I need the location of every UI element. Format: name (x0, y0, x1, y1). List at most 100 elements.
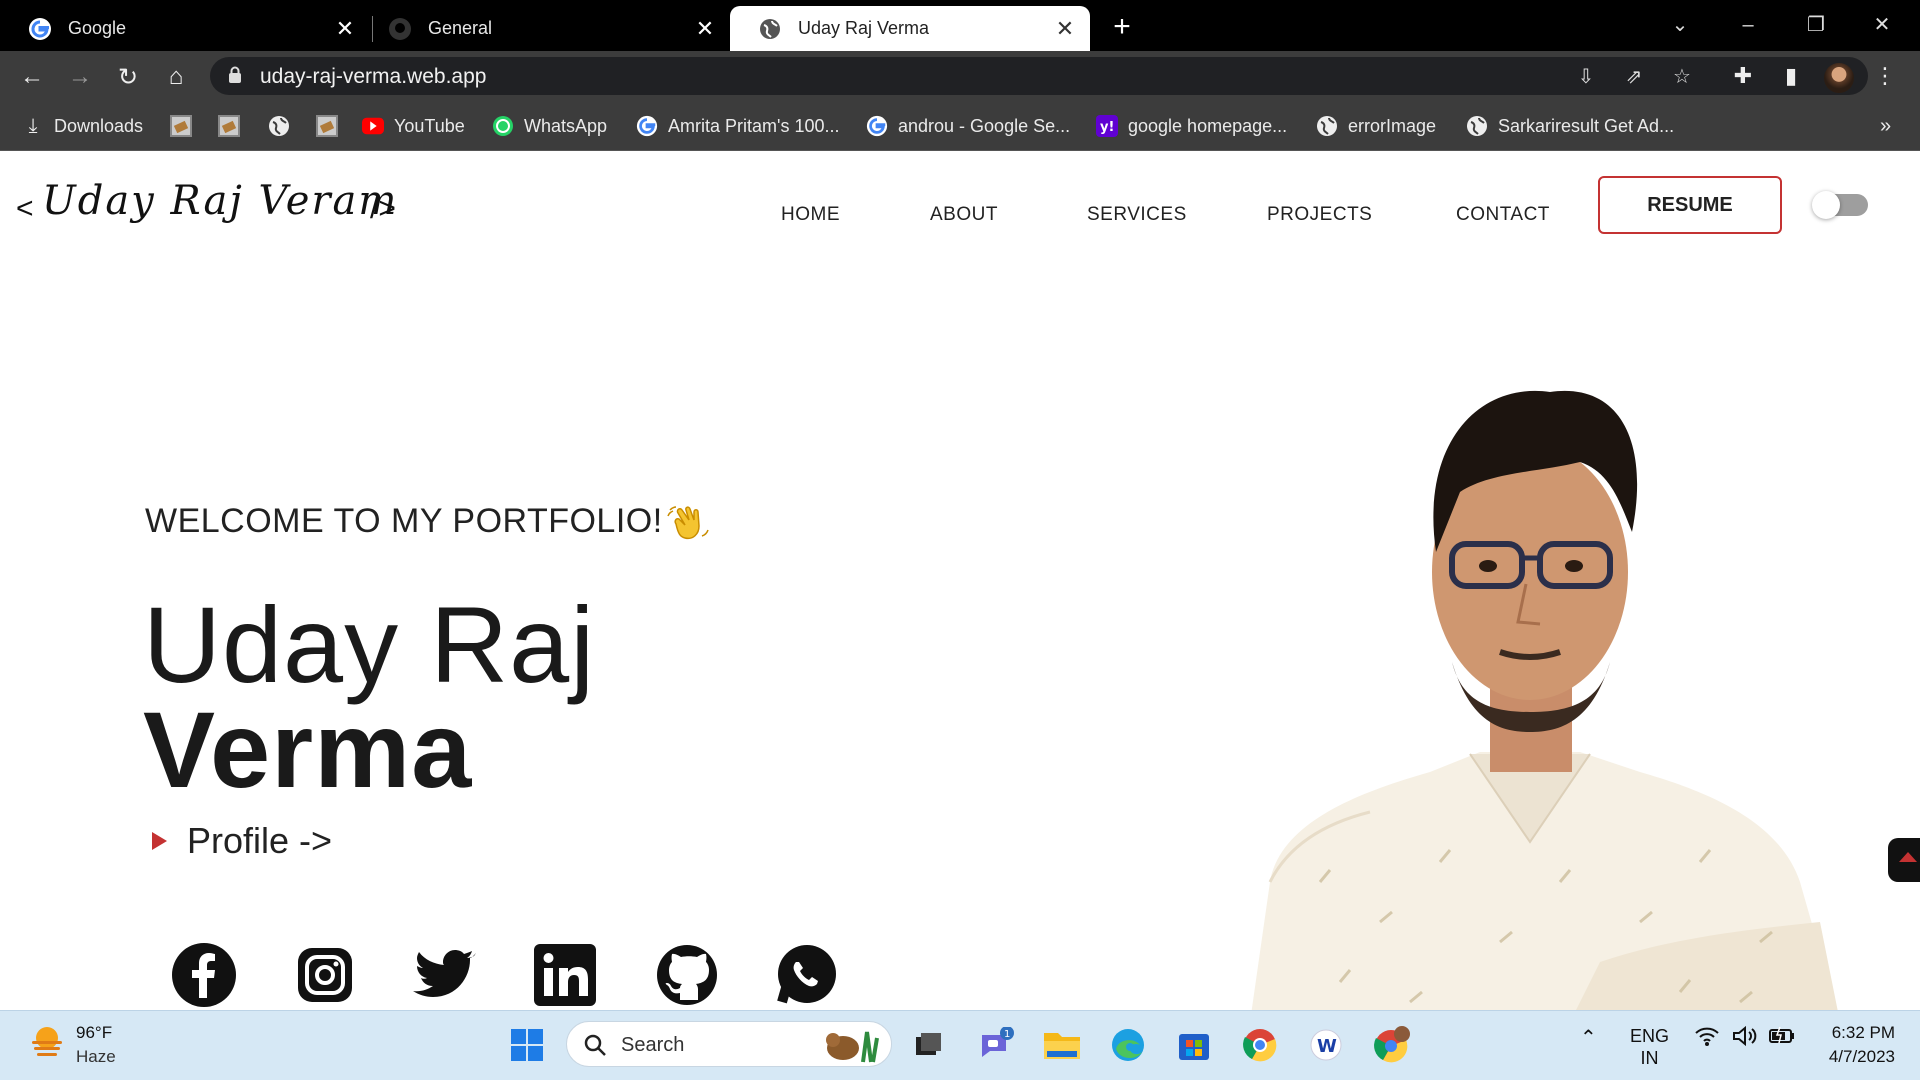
profile-link[interactable]: Profile -> (152, 820, 332, 862)
bookmark-label: Sarkariresult Get Ad... (1498, 115, 1675, 136)
close-icon[interactable]: ✕ (332, 16, 358, 42)
bookmark-star-icon[interactable]: ☆ (1670, 65, 1694, 89)
close-icon[interactable]: ✕ (1052, 16, 1078, 42)
side-panel-icon[interactable]: ▮ (1776, 63, 1806, 89)
tab-search-icon[interactable]: ⌄ (1660, 8, 1700, 42)
bookmark-downloads[interactable]: ⤓ Downloads (22, 113, 143, 139)
new-tab-button[interactable]: + (1106, 12, 1138, 44)
waving-hand-icon (666, 500, 712, 551)
address-bar[interactable]: uday-raj-verma.web.app ⇩ ⇗ ☆ (210, 57, 1868, 95)
url-text: uday-raj-verma.web.app (260, 65, 487, 88)
menu-icon[interactable]: ⋮ (1870, 63, 1900, 89)
clock-date: 4/7/2023 (1828, 1047, 1895, 1066)
tab-uday-raj-verma[interactable]: Uday Raj Verma ✕ (730, 6, 1090, 51)
share-icon[interactable]: ⇗ (1622, 65, 1646, 89)
instagram-icon[interactable] (292, 942, 358, 1008)
bookmark-whatsapp[interactable]: WhatsApp (492, 113, 607, 139)
profile-link-label: Profile -> (187, 820, 333, 861)
bookmark-androu[interactable]: androu - Google Se... (866, 113, 1070, 139)
bookmark-amrita-pritam[interactable]: Amrita Pritam's 100... (636, 113, 839, 139)
whatsapp-icon[interactable] (774, 942, 840, 1008)
logo-signature: Uday Raj Veram (42, 178, 399, 224)
teams-chat-icon[interactable]: 1 (976, 1025, 1016, 1065)
close-window-button[interactable]: ✕ (1862, 8, 1902, 42)
bookmark-image[interactable] (316, 113, 348, 139)
input-language[interactable]: ENG IN (1630, 1025, 1669, 1069)
whatsapp-icon (492, 115, 514, 137)
bookmark-image[interactable] (170, 113, 202, 139)
install-icon[interactable]: ⇩ (1574, 65, 1598, 89)
profile-photo (1251, 390, 1838, 1010)
chrome-profile-icon[interactable] (1372, 1025, 1412, 1065)
app-w-icon[interactable]: W (1306, 1025, 1346, 1065)
site-logo[interactable]: < Uday Raj Veram /> (14, 172, 414, 242)
svg-text:y!: y! (1100, 120, 1114, 135)
restore-button[interactable]: ❐ (1796, 8, 1836, 42)
google-icon (636, 115, 658, 137)
file-explorer-icon[interactable] (1042, 1025, 1082, 1065)
home-icon[interactable]: ⌂ (160, 61, 192, 93)
globe-icon (1466, 115, 1488, 137)
download-icon: ⤓ (28, 114, 38, 137)
nav-services[interactable]: SERVICES (1087, 204, 1187, 226)
weather-temperature: 96°F (76, 1023, 113, 1042)
system-clock[interactable]: 6:32 PM 4/7/2023 (1800, 1021, 1895, 1069)
theme-toggle[interactable] (1812, 191, 1868, 219)
scroll-to-top-button[interactable] (1888, 838, 1920, 882)
microsoft-store-icon[interactable] (1174, 1025, 1214, 1065)
bookmark-youtube[interactable]: YouTube (362, 113, 465, 139)
wifi-icon[interactable] (1694, 1025, 1720, 1052)
bookmark-google-homepage[interactable]: y! google homepage... (1096, 113, 1287, 139)
github-icon[interactable] (654, 942, 720, 1008)
lang-code: ENG (1630, 1026, 1670, 1046)
bookmarks-bar: ⤓ Downloads YouTube WhatsApp Amrita Prit… (0, 101, 1920, 151)
twitter-icon[interactable] (412, 942, 478, 1008)
forward-icon[interactable]: → (64, 61, 96, 93)
last-name-heading: Verma (143, 689, 473, 810)
bookmark-errorimage[interactable]: errorImage (1316, 113, 1436, 139)
tab-strip: Google ✕ General ✕ Uday Raj Verma ✕ + ⌄ … (0, 0, 1920, 51)
tab-title: Google (68, 18, 127, 38)
extensions-icon[interactable]: ✚ (1728, 63, 1758, 89)
weather-condition: Haze (76, 1047, 116, 1066)
edge-icon[interactable] (1108, 1025, 1148, 1065)
bookmark-sarkariresult[interactable]: Sarkariresult Get Ad... (1466, 113, 1674, 139)
profile-avatar[interactable] (1824, 63, 1854, 93)
facebook-icon[interactable] (171, 942, 237, 1008)
bookmark-globe[interactable] (268, 113, 300, 139)
globe-icon (758, 17, 782, 41)
tab-google[interactable]: Google ✕ (0, 6, 370, 51)
tab-general[interactable]: General ✕ (360, 6, 730, 51)
bookmark-image[interactable] (218, 113, 250, 139)
bookmark-label: errorImage (1348, 115, 1437, 136)
battery-icon[interactable] (1768, 1025, 1796, 1052)
minimize-button[interactable]: – (1728, 8, 1768, 42)
linkedin-icon[interactable] (532, 942, 598, 1008)
close-icon[interactable]: ✕ (692, 16, 718, 42)
reload-icon[interactable]: ↻ (112, 61, 144, 93)
task-view-icon[interactable] (908, 1025, 948, 1065)
search-placeholder: Search (621, 1034, 685, 1056)
google-icon (866, 115, 888, 137)
volume-icon[interactable] (1732, 1025, 1758, 1052)
back-icon[interactable]: ← (16, 61, 48, 93)
nav-contact[interactable]: CONTACT (1456, 204, 1550, 226)
nav-about[interactable]: ABOUT (930, 204, 998, 226)
resume-button[interactable]: RESUME (1598, 176, 1782, 234)
taskbar-search[interactable]: Search (566, 1021, 892, 1067)
bookmarks-overflow-button[interactable]: » (1880, 113, 1891, 139)
nav-projects[interactable]: PROJECTS (1267, 204, 1372, 226)
bookmark-label: YouTube (394, 115, 465, 136)
toggle-knob (1812, 191, 1840, 219)
nav-home[interactable]: HOME (781, 204, 840, 226)
bookmark-label: google homepage... (1128, 115, 1288, 136)
chrome-icon[interactable] (1240, 1025, 1280, 1065)
logo-bracket-left: < (16, 192, 34, 225)
bookmark-label: androu - Google Se... (898, 115, 1071, 136)
browser-toolbar: ← → ↻ ⌂ uday-raj-verma.web.app ⇩ ⇗ ☆ ✚ ▮… (0, 51, 1920, 101)
weather-widget[interactable]: 96°F Haze (28, 1023, 116, 1066)
search-icon (584, 1034, 606, 1056)
show-hidden-icons-button[interactable]: ⌃ (1580, 1025, 1597, 1050)
globe-icon (1316, 115, 1338, 137)
windows-start-icon[interactable] (507, 1025, 547, 1065)
